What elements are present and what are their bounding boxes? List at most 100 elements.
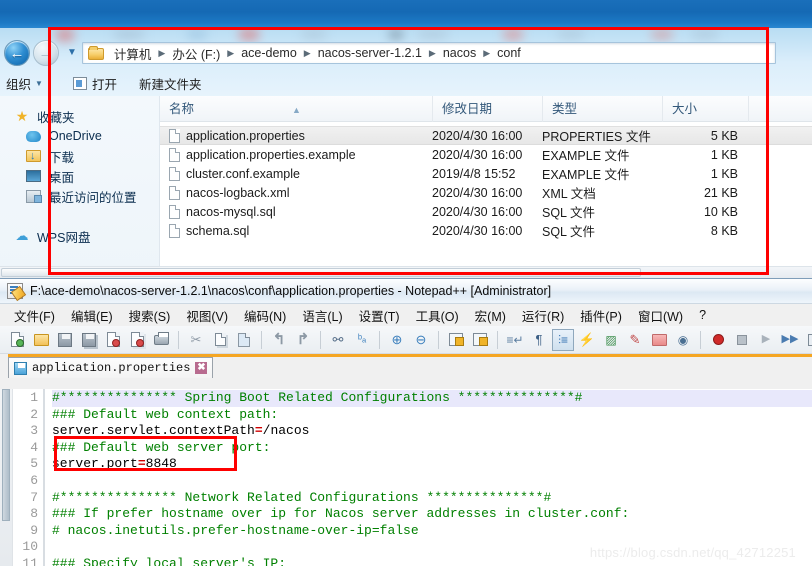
code-line[interactable]: ### If prefer hostname over ip for Nacos…: [52, 506, 812, 523]
toolbar-separator: [178, 330, 179, 349]
close-file-icon[interactable]: [102, 329, 124, 351]
menu-view[interactable]: 视图(V): [178, 304, 236, 327]
menu-run[interactable]: 运行(R): [514, 304, 572, 327]
code-line[interactable]: # nacos.inetutils.prefer-hostname-over-i…: [52, 523, 812, 540]
menu-macro[interactable]: 宏(M): [467, 304, 514, 327]
sync-vertical-scroll-icon[interactable]: [445, 329, 467, 351]
print-icon[interactable]: [150, 329, 172, 351]
editor-area[interactable]: 123456789101112 #*************** Spring …: [0, 389, 812, 566]
breadcrumb-item[interactable]: conf: [494, 45, 524, 61]
sync-horizontal-scroll-icon[interactable]: [469, 329, 491, 351]
table-row[interactable]: application.properties 2020/4/30 16:00 P…: [160, 126, 812, 145]
menu-plugins[interactable]: 插件(P): [572, 304, 630, 327]
table-row[interactable]: cluster.conf.example 2019/4/8 15:52 EXAM…: [160, 164, 812, 183]
menu-search[interactable]: 搜索(S): [121, 304, 179, 327]
code-line[interactable]: [52, 473, 812, 490]
file-name-cell[interactable]: nacos-mysql.sql: [160, 204, 432, 219]
new-file-icon[interactable]: [6, 329, 28, 351]
playback-macro-icon[interactable]: ▶: [755, 329, 777, 351]
breadcrumb-item[interactable]: nacos: [440, 45, 479, 61]
column-header-type[interactable]: 类型: [542, 95, 662, 122]
new-folder-button[interactable]: 新建文件夹: [139, 74, 202, 93]
sidebar-item-onedrive[interactable]: OneDrive: [0, 126, 159, 146]
code-line[interactable]: server.servlet.contextPath=/nacos: [52, 423, 812, 440]
copy-icon[interactable]: [209, 329, 231, 351]
folder-as-workspace-icon[interactable]: [648, 329, 670, 351]
tab-application-properties[interactable]: application.properties ✖: [8, 357, 214, 378]
menu-edit[interactable]: 编辑(E): [63, 304, 121, 327]
forward-button[interactable]: →: [33, 40, 59, 66]
code-line[interactable]: [52, 539, 812, 556]
show-all-chars-icon[interactable]: ¶: [528, 329, 550, 351]
stop-recording-icon[interactable]: [731, 329, 753, 351]
column-header-size[interactable]: 大小: [662, 95, 748, 122]
code-line[interactable]: #*************** Spring Boot Related Con…: [52, 390, 812, 407]
menu-encoding[interactable]: 编码(N): [236, 304, 294, 327]
sidebar-item-desktop[interactable]: 桌面: [0, 166, 159, 186]
scrollbar-thumb[interactable]: [1, 268, 641, 277]
open-file-icon[interactable]: [30, 329, 52, 351]
scrollbar-thumb[interactable]: [2, 389, 10, 521]
table-row[interactable]: application.properties.example 2020/4/30…: [160, 145, 812, 164]
file-name-cell[interactable]: nacos-logback.xml: [160, 185, 432, 200]
breadcrumb-item[interactable]: 办公 (F:): [169, 43, 223, 64]
redo-icon[interactable]: ↱: [292, 329, 314, 351]
code-line[interactable]: ### Default web server port:: [52, 440, 812, 457]
back-button[interactable]: ←: [4, 40, 30, 66]
document-map-icon[interactable]: ▨: [600, 329, 622, 351]
menu-tools[interactable]: 工具(O): [408, 304, 467, 327]
save-icon[interactable]: [54, 329, 76, 351]
run-macro-multiple-icon[interactable]: ▶▶: [779, 329, 801, 351]
close-icon[interactable]: ✖: [195, 362, 208, 374]
zoom-out-icon[interactable]: ⊖: [410, 329, 432, 351]
column-header-date-modified[interactable]: 修改日期: [432, 95, 542, 122]
table-row[interactable]: nacos-logback.xml 2020/4/30 16:00 XML 文档…: [160, 183, 812, 202]
file-name-cell[interactable]: schema.sql: [160, 223, 432, 238]
menu-language[interactable]: 语言(L): [294, 304, 350, 327]
word-wrap-icon[interactable]: ≡↵: [504, 329, 526, 351]
file-name-cell[interactable]: cluster.conf.example: [160, 166, 432, 181]
breadcrumb-item[interactable]: 计算机: [111, 43, 155, 64]
paste-icon[interactable]: [233, 329, 255, 351]
undo-icon[interactable]: ↰: [268, 329, 290, 351]
file-name-cell[interactable]: application.properties: [160, 128, 432, 143]
explorer-horizontal-scrollbar[interactable]: [0, 266, 812, 278]
close-all-icon[interactable]: [126, 329, 148, 351]
code-line[interactable]: #*************** Network Related Configu…: [52, 490, 812, 507]
save-macro-icon[interactable]: [803, 329, 812, 351]
address-bar[interactable]: 计算机 ▶ 办公 (F:) ▶ ace-demo ▶ nacos-server-…: [81, 42, 776, 64]
open-button[interactable]: 打开: [72, 74, 117, 93]
code-line[interactable]: ### Default web context path:: [52, 407, 812, 424]
sidebar-item-favorites[interactable]: ★ 收藏夹: [0, 106, 159, 126]
monitor-icon[interactable]: ◉: [672, 329, 694, 351]
breadcrumb-item[interactable]: nacos-server-1.2.1: [315, 45, 425, 61]
code-text-area[interactable]: #*************** Spring Boot Related Con…: [45, 389, 812, 566]
menu-file[interactable]: 文件(F): [6, 304, 63, 327]
zoom-in-icon[interactable]: ⊕: [386, 329, 408, 351]
column-header-name[interactable]: 名称 ▲: [160, 96, 432, 122]
menu-window[interactable]: 窗口(W): [630, 304, 691, 327]
cut-icon[interactable]: ✂: [185, 329, 207, 351]
replace-icon[interactable]: ᵇₐ: [351, 329, 373, 351]
code-line[interactable]: server.port=8848: [52, 456, 812, 473]
indent-guide-icon[interactable]: ⫶≡: [552, 328, 574, 351]
file-name-cell[interactable]: application.properties.example: [160, 147, 432, 162]
menu-settings[interactable]: 设置(T): [351, 304, 408, 327]
record-macro-icon[interactable]: [707, 329, 729, 351]
menu-help[interactable]: ?: [691, 306, 714, 324]
sidebar-item-wps-cloud[interactable]: ☁ WPS网盘: [0, 226, 159, 246]
sidebar-item-downloads[interactable]: 下载: [0, 146, 159, 166]
function-list-icon[interactable]: ✎: [624, 329, 646, 351]
chevron-down-icon[interactable]: ▼: [67, 48, 77, 58]
organize-button[interactable]: 组织 ▼: [6, 74, 43, 93]
breadcrumb-item[interactable]: ace-demo: [238, 45, 300, 61]
table-row[interactable]: schema.sql 2020/4/30 16:00 SQL 文件 8 KB: [160, 221, 812, 240]
sidebar-item-recent-places[interactable]: 最近访问的位置: [0, 186, 159, 206]
user-defined-language-icon[interactable]: ⚡: [576, 329, 598, 351]
file-size-cell: 21 KB: [703, 185, 738, 200]
save-all-icon[interactable]: [78, 329, 100, 351]
find-icon[interactable]: ⚯: [327, 329, 349, 351]
code-line[interactable]: ### Specify local server's IP:: [52, 556, 812, 566]
editor-vertical-scrollbar[interactable]: [0, 389, 13, 566]
table-row[interactable]: nacos-mysql.sql 2020/4/30 16:00 SQL 文件 1…: [160, 202, 812, 221]
